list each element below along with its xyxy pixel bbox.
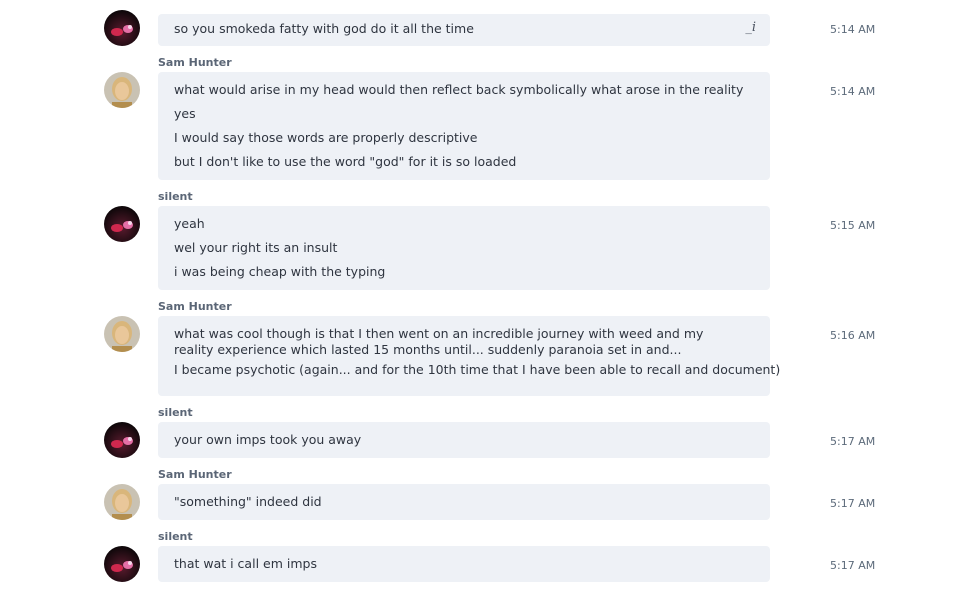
message-bubble[interactable]: so you smokeda fatty with god do it all … xyxy=(158,14,770,46)
message-time: 5:15 AM xyxy=(830,219,876,232)
message-bubble[interactable]: what was cool though is that I then went… xyxy=(158,316,781,396)
message-time: 5:17 AM xyxy=(830,435,876,448)
message-text: wel your right its an insult xyxy=(174,240,338,255)
silent-avatar-image xyxy=(104,422,140,458)
message-bubble[interactable]: your own imps took you away xyxy=(158,422,770,458)
sender-name[interactable]: silent xyxy=(158,190,193,203)
avatar-sam-hunter[interactable] xyxy=(104,72,140,108)
message-text: i was being cheap with the typing xyxy=(174,264,386,279)
sender-name[interactable]: Sam Hunter xyxy=(158,56,232,69)
message-bubble[interactable]: yeah wel your right its an insult i was … xyxy=(158,206,770,290)
chat-history: so you smokeda fatty with god do it all … xyxy=(0,0,979,614)
silent-avatar-image xyxy=(104,546,140,582)
message-text: yeah xyxy=(174,216,205,231)
sender-name[interactable]: Sam Hunter xyxy=(158,468,232,481)
message-time: 5:14 AM xyxy=(830,23,876,36)
avatar-silent[interactable] xyxy=(104,546,140,582)
sam-avatar-image xyxy=(104,316,140,352)
message-text: that wat i call em imps xyxy=(174,556,317,571)
message-text: "something" indeed did xyxy=(174,494,322,509)
message-bubble[interactable]: "something" indeed did xyxy=(158,484,770,520)
message-bubble[interactable]: that wat i call em imps xyxy=(158,546,770,582)
message-text: I became psychotic (again... and for the… xyxy=(174,362,781,377)
message-time: 5:17 AM xyxy=(830,497,876,510)
message-text: your own imps took you away xyxy=(174,432,362,447)
silent-avatar-image xyxy=(104,10,140,46)
message-text: yes xyxy=(174,106,196,121)
sam-avatar-image xyxy=(104,72,140,108)
message-text: what was cool though is that I then went… xyxy=(174,326,704,357)
avatar-silent[interactable] xyxy=(104,10,140,46)
avatar-sam-hunter[interactable] xyxy=(104,484,140,520)
sender-name[interactable]: silent xyxy=(158,406,193,419)
message-text: but I don't like to use the word "god" f… xyxy=(174,154,517,169)
avatar-silent[interactable] xyxy=(104,422,140,458)
message-text: I would say those words are properly des… xyxy=(174,130,478,145)
message-time: 5:14 AM xyxy=(830,85,876,98)
message-bubble[interactable]: what would arise in my head would then r… xyxy=(158,72,770,180)
message-time: 5:17 AM xyxy=(830,559,876,572)
message-text: what would arise in my head would then r… xyxy=(174,82,744,97)
sender-name[interactable]: Sam Hunter xyxy=(158,300,232,313)
avatar-silent[interactable] xyxy=(104,206,140,242)
message-time: 5:16 AM xyxy=(830,329,876,342)
message-text: so you smokeda fatty with god do it all … xyxy=(174,21,474,36)
sender-name[interactable]: silent xyxy=(158,530,193,543)
sam-avatar-image xyxy=(104,484,140,520)
silent-avatar-image xyxy=(104,206,140,242)
edit-icon[interactable]: _i xyxy=(745,20,756,35)
avatar-sam-hunter[interactable] xyxy=(104,316,140,352)
